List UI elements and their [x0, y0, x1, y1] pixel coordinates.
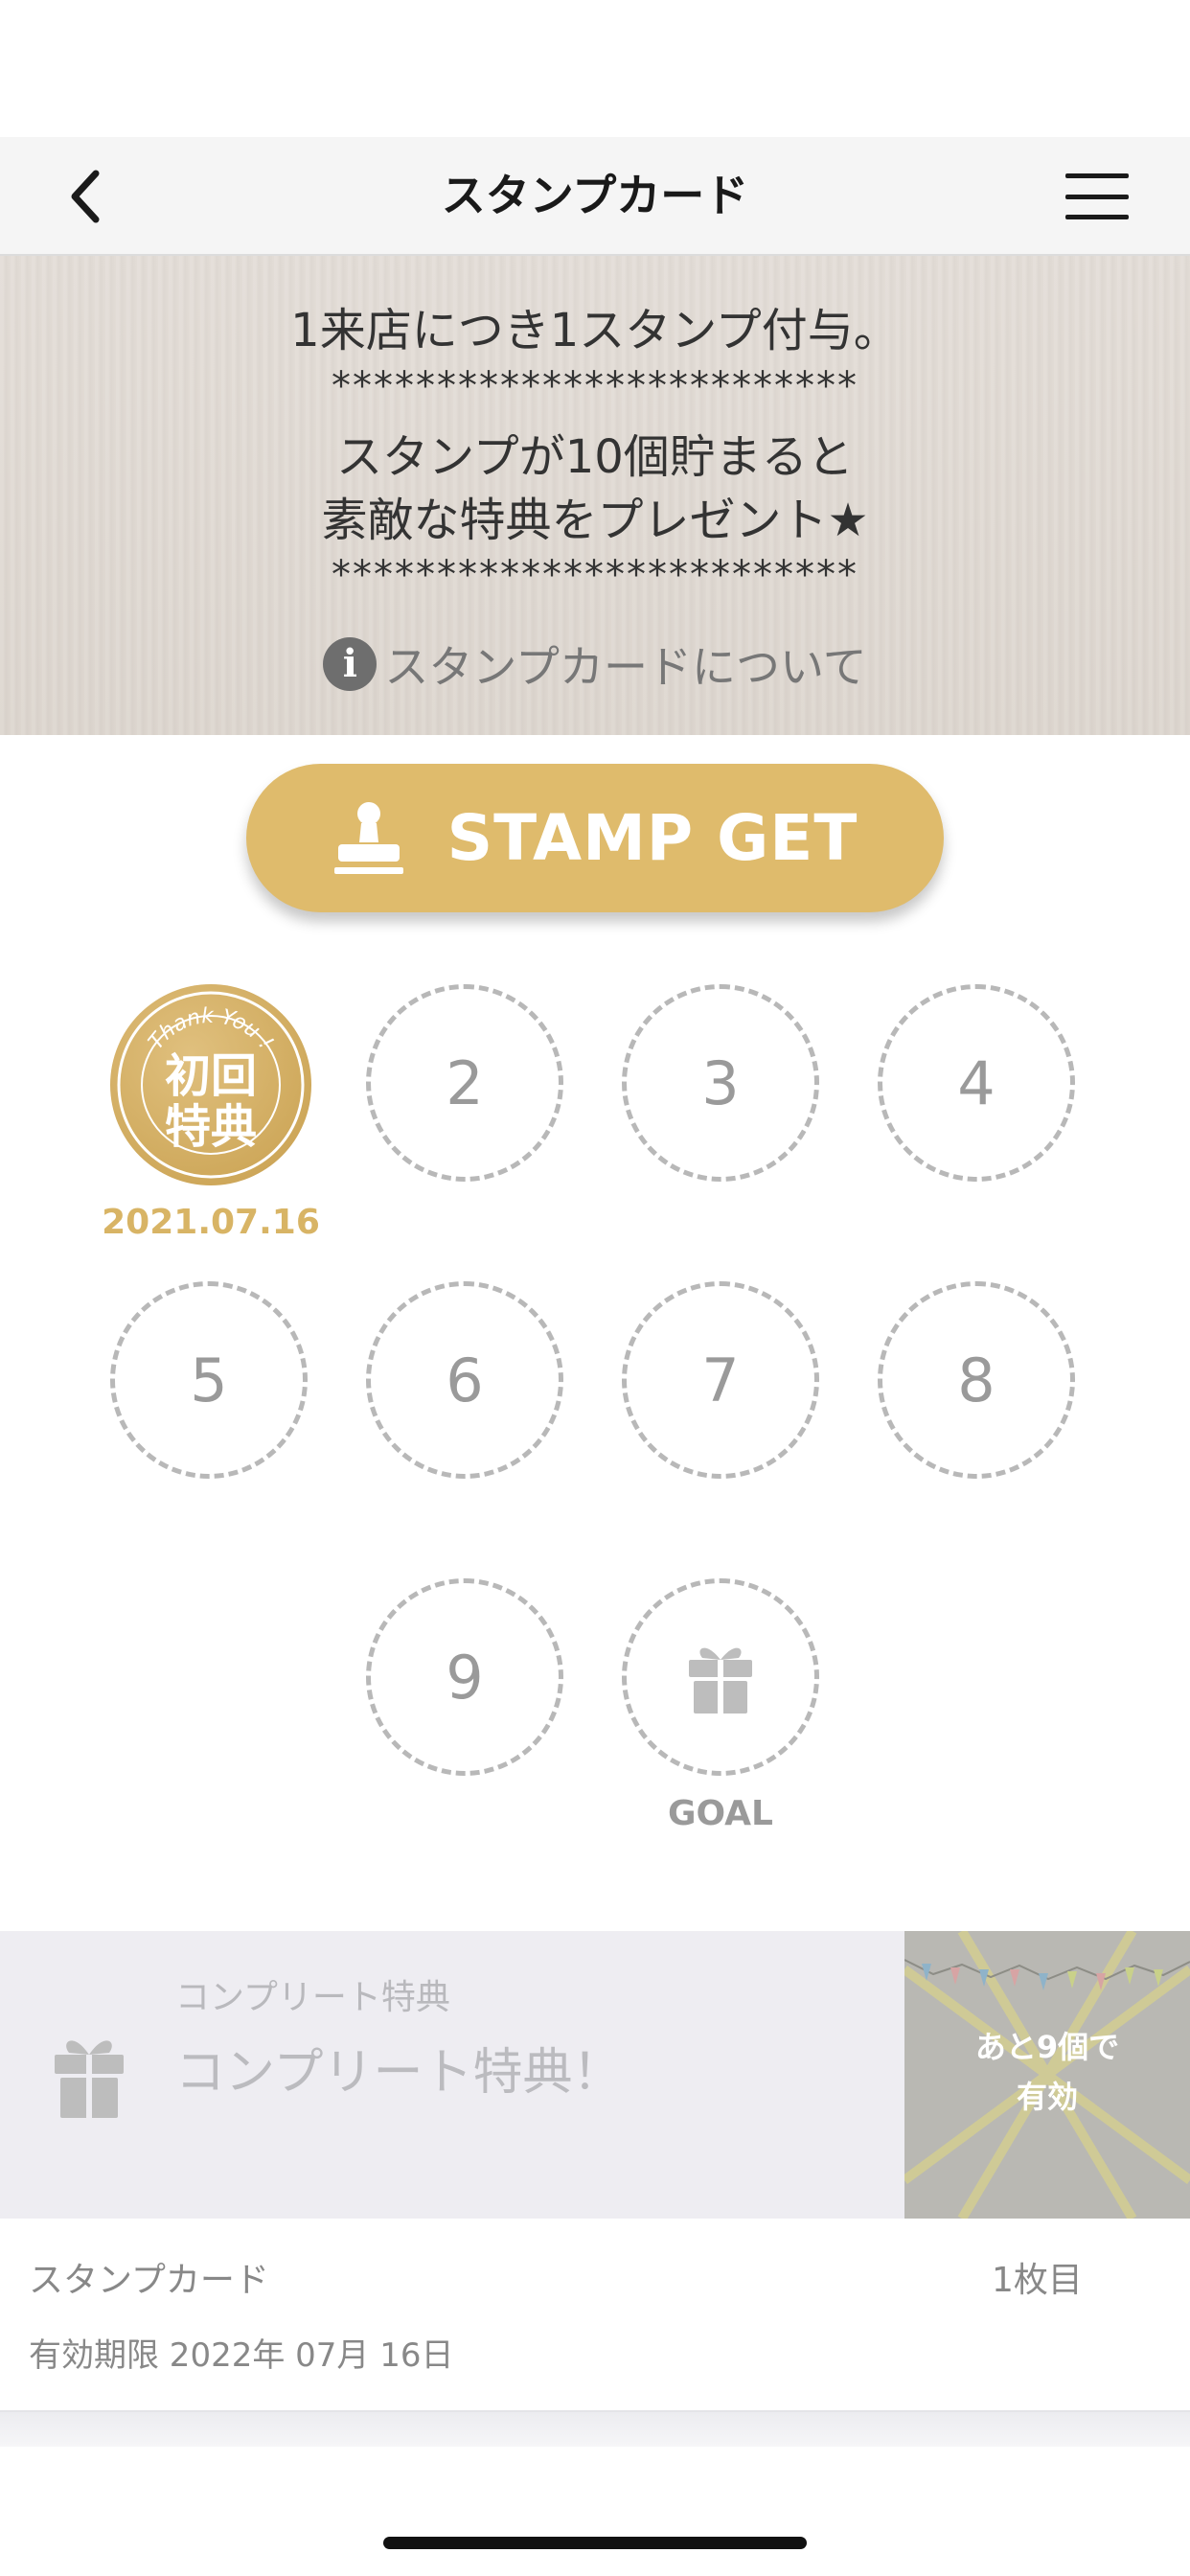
back-button[interactable] [48, 158, 125, 235]
goal-label: GOAL [668, 1794, 773, 1833]
card-count: 1枚目 [992, 2261, 1083, 2300]
home-indicator[interactable] [383, 2537, 807, 2549]
reward-status-overlay: あと9個で 有効 [904, 2022, 1190, 2122]
banner-line-2: スタンプが10個貯まると [336, 430, 854, 484]
stamp-icon [332, 800, 405, 877]
badge-line-2: 特典 [165, 1100, 257, 1154]
reward-status-line-1: あと9個で [974, 2029, 1120, 2065]
stamp-get-label: STAMP GET [446, 801, 858, 875]
stamp-slot-5: 5 [110, 1281, 308, 1479]
first-stamp-date: 2021.07.16 [102, 1203, 320, 1242]
reward-status-line-2: 有効 [1016, 2079, 1078, 2115]
svg-text:Thank You !: Thank You ! [145, 1004, 278, 1054]
banner-line-1: 1来店につき1スタンプ付与。 [290, 304, 900, 357]
card-expiry: 有効期限 2022年 07月 16日 [29, 2336, 454, 2375]
stamp-get-button[interactable]: STAMP GET [246, 764, 944, 912]
stamp-slot-7: 7 [622, 1281, 819, 1479]
card-name: スタンプカード [29, 2261, 269, 2300]
stamp-slot-goal [622, 1578, 819, 1776]
about-stamp-card-link[interactable]: i スタンプカードについて [0, 632, 1190, 696]
header-bar [0, 137, 1190, 256]
bottom-divider [0, 2412, 1190, 2447]
stamp-badge-graphic: Thank You ! 初回 特典 [117, 991, 305, 1179]
banner-stars-1: ************************* [332, 364, 858, 408]
card-info [0, 2219, 1190, 2412]
hamburger-menu-icon [1065, 173, 1129, 219]
first-visit-stamp: Thank You ! 初回 特典 [110, 984, 311, 1185]
chevron-left-icon [71, 170, 100, 223]
reward-subtitle: コンプリート特典 [175, 1978, 450, 2017]
menu-button[interactable] [1059, 158, 1135, 235]
badge-line-1: 初回 [165, 1049, 257, 1103]
banner-stars-2: ************************* [332, 553, 858, 597]
banner-line-3: 素敵な特典をプレゼント★ [321, 494, 869, 547]
reward-gift-icon [53, 2030, 126, 2124]
reward-title: コンプリート特典！ [175, 2044, 623, 2102]
stamp-slot-8: 8 [878, 1281, 1075, 1479]
gift-icon [689, 1647, 752, 1714]
stamp-slot-9: 9 [366, 1578, 563, 1776]
stamp-slot-6: 6 [366, 1281, 563, 1479]
info-icon: i [323, 637, 378, 691]
stamp-slot-4: 4 [878, 984, 1075, 1182]
stamp-slot-2: 2 [366, 984, 563, 1182]
stamp-slot-3: 3 [622, 984, 819, 1182]
about-link-label: スタンプカードについて [384, 641, 867, 693]
badge-ribbon-text: Thank You ! [145, 1004, 278, 1054]
